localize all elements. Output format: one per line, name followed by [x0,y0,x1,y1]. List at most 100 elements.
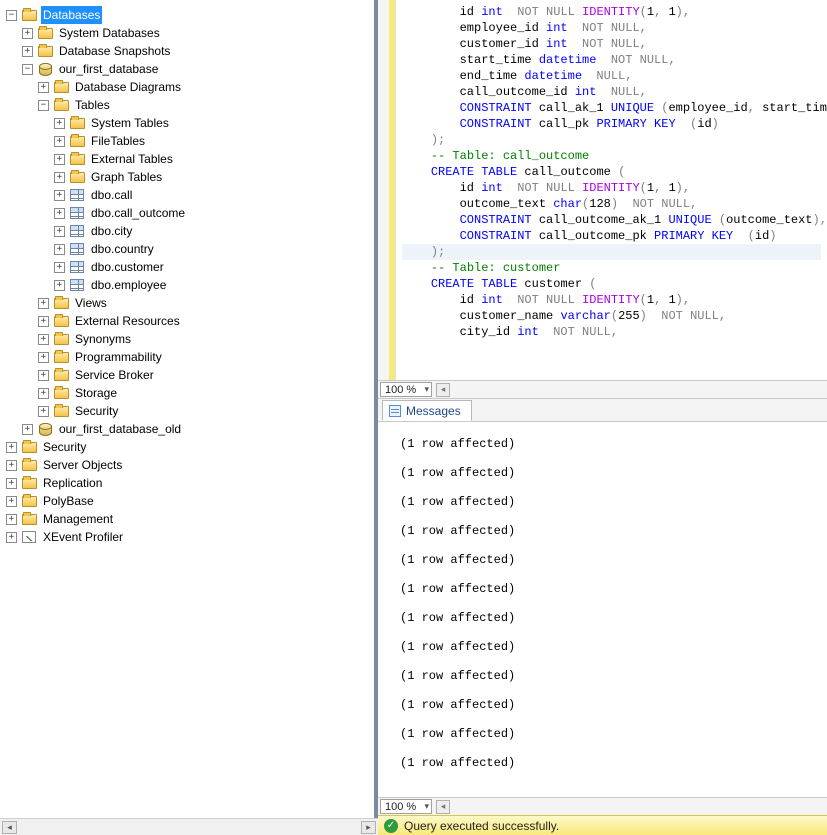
expand-icon[interactable]: + [38,370,49,381]
message-line: (1 row affected) [400,488,823,517]
folder-icon [21,440,37,454]
collapse-icon[interactable]: − [6,10,17,21]
object-explorer-tree[interactable]: −Databases+System Databases+Database Sna… [0,0,378,835]
editor-zoom-select[interactable]: 100 % ▾ [380,382,432,397]
expand-icon[interactable]: + [6,460,17,471]
expand-icon[interactable]: + [54,172,65,183]
table-icon [69,206,85,220]
folder-icon [53,386,69,400]
expand-icon[interactable]: + [22,28,33,39]
message-line: (1 row affected) [400,575,823,604]
message-line: (1 row affected) [400,546,823,575]
tree-item[interactable]: +Programmability [36,348,374,366]
tree-item[interactable]: −our_first_database [20,60,374,78]
tree-item[interactable]: +FileTables [52,132,374,150]
expand-icon[interactable]: + [22,46,33,57]
folder-icon [53,80,69,94]
tab-messages[interactable]: Messages [382,400,472,421]
expand-icon[interactable]: + [38,334,49,345]
tree-item[interactable]: +Graph Tables [52,168,374,186]
tree-item[interactable]: +dbo.call [52,186,374,204]
message-line: (1 row affected) [400,662,823,691]
messages-zoom-select[interactable]: 100 % ▾ [380,799,432,814]
tree-item[interactable]: +XEvent Profiler [4,528,374,546]
tree-item[interactable]: −Databases [4,6,374,24]
table-icon [69,188,85,202]
tree-item[interactable]: + Replication [4,474,374,492]
messages-panel[interactable]: (1 row affected)(1 row affected)(1 row a… [378,422,827,797]
tree-item-label: dbo.employee [89,276,168,294]
expand-icon[interactable]: + [54,226,65,237]
tree-item[interactable]: +Security [36,402,374,420]
tree-item-label: External Tables [89,150,175,168]
table-icon [69,260,85,274]
tree-item[interactable]: + External Tables [52,150,374,168]
expand-icon[interactable]: + [38,406,49,417]
scroll-left-icon[interactable]: ◂ [2,821,17,834]
tree-hscrollbar[interactable]: ◂ ▸ [0,818,378,835]
tree-item[interactable]: + dbo.country [52,240,374,258]
folder-icon [37,44,53,58]
expand-icon[interactable]: + [54,190,65,201]
tree-item[interactable]: +PolyBase [4,492,374,510]
tree-item-label: dbo.country [89,240,156,258]
tree-item-label: Server Objects [41,456,124,474]
tree-item[interactable]: +Database Snapshots [20,42,374,60]
expand-icon[interactable]: + [54,262,65,273]
tree-item[interactable]: +dbo.city [52,222,374,240]
tree-item[interactable]: + System Tables [52,114,374,132]
folder-icon [53,404,69,418]
tree-item[interactable]: + Views [36,294,374,312]
collapse-icon[interactable]: − [22,64,33,75]
tree-item[interactable]: + dbo.employee [52,276,374,294]
tree-item[interactable]: + Server Objects [4,456,374,474]
expand-icon[interactable]: + [54,280,65,291]
scroll-left-icon[interactable]: ◂ [436,800,450,814]
expand-icon[interactable]: + [22,424,33,435]
scroll-left-icon[interactable]: ◂ [436,383,450,397]
tree-item-label: System Tables [89,114,171,132]
tree-item-label: Replication [41,474,104,492]
expand-icon[interactable]: + [6,442,17,453]
sql-code-area[interactable]: id int NOT NULL IDENTITY(1, 1), employee… [396,0,827,380]
expand-icon[interactable]: + [6,514,17,525]
success-icon: ✓ [384,819,398,833]
tree-item[interactable]: +External Resources [36,312,374,330]
tree-item[interactable]: +dbo.call_outcome [52,204,374,222]
tree-item[interactable]: +Management [4,510,374,528]
messages-zoom-bar: 100 % ▾ ◂ [378,797,827,815]
table-icon [69,224,85,238]
expand-icon[interactable]: + [54,136,65,147]
message-line: (1 row affected) [400,604,823,633]
expand-icon[interactable]: + [38,388,49,399]
expand-icon[interactable]: + [54,118,65,129]
expand-icon[interactable]: + [38,316,49,327]
expand-icon[interactable]: + [6,496,17,507]
tree-item[interactable]: +our_first_database_old [20,420,374,438]
expand-icon[interactable]: + [38,352,49,363]
tree-item-label: Views [73,294,109,312]
tree-item[interactable]: +Storage [36,384,374,402]
collapse-icon[interactable]: − [38,100,49,111]
expand-icon[interactable]: + [54,208,65,219]
editor-gutter [378,0,396,380]
expand-icon[interactable]: + [38,298,49,309]
expand-icon[interactable]: + [6,532,17,543]
expand-icon[interactable]: + [6,478,17,489]
tree-item[interactable]: +Security [4,438,374,456]
folder-icon [69,134,85,148]
expand-icon[interactable]: + [38,82,49,93]
folder-icon [69,116,85,130]
folder-icon [21,512,37,526]
scroll-right-icon[interactable]: ▸ [361,821,376,834]
tree-item[interactable]: +System Databases [20,24,374,42]
tree-item[interactable]: +Database Diagrams [36,78,374,96]
tree-item[interactable]: +Service Broker [36,366,374,384]
folder-icon [53,314,69,328]
expand-icon[interactable]: + [54,154,65,165]
sql-editor[interactable]: id int NOT NULL IDENTITY(1, 1), employee… [378,0,827,380]
tree-item[interactable]: +dbo.customer [52,258,374,276]
expand-icon[interactable]: + [54,244,65,255]
tree-item[interactable]: +Synonyms [36,330,374,348]
tree-item[interactable]: −Tables [36,96,374,114]
